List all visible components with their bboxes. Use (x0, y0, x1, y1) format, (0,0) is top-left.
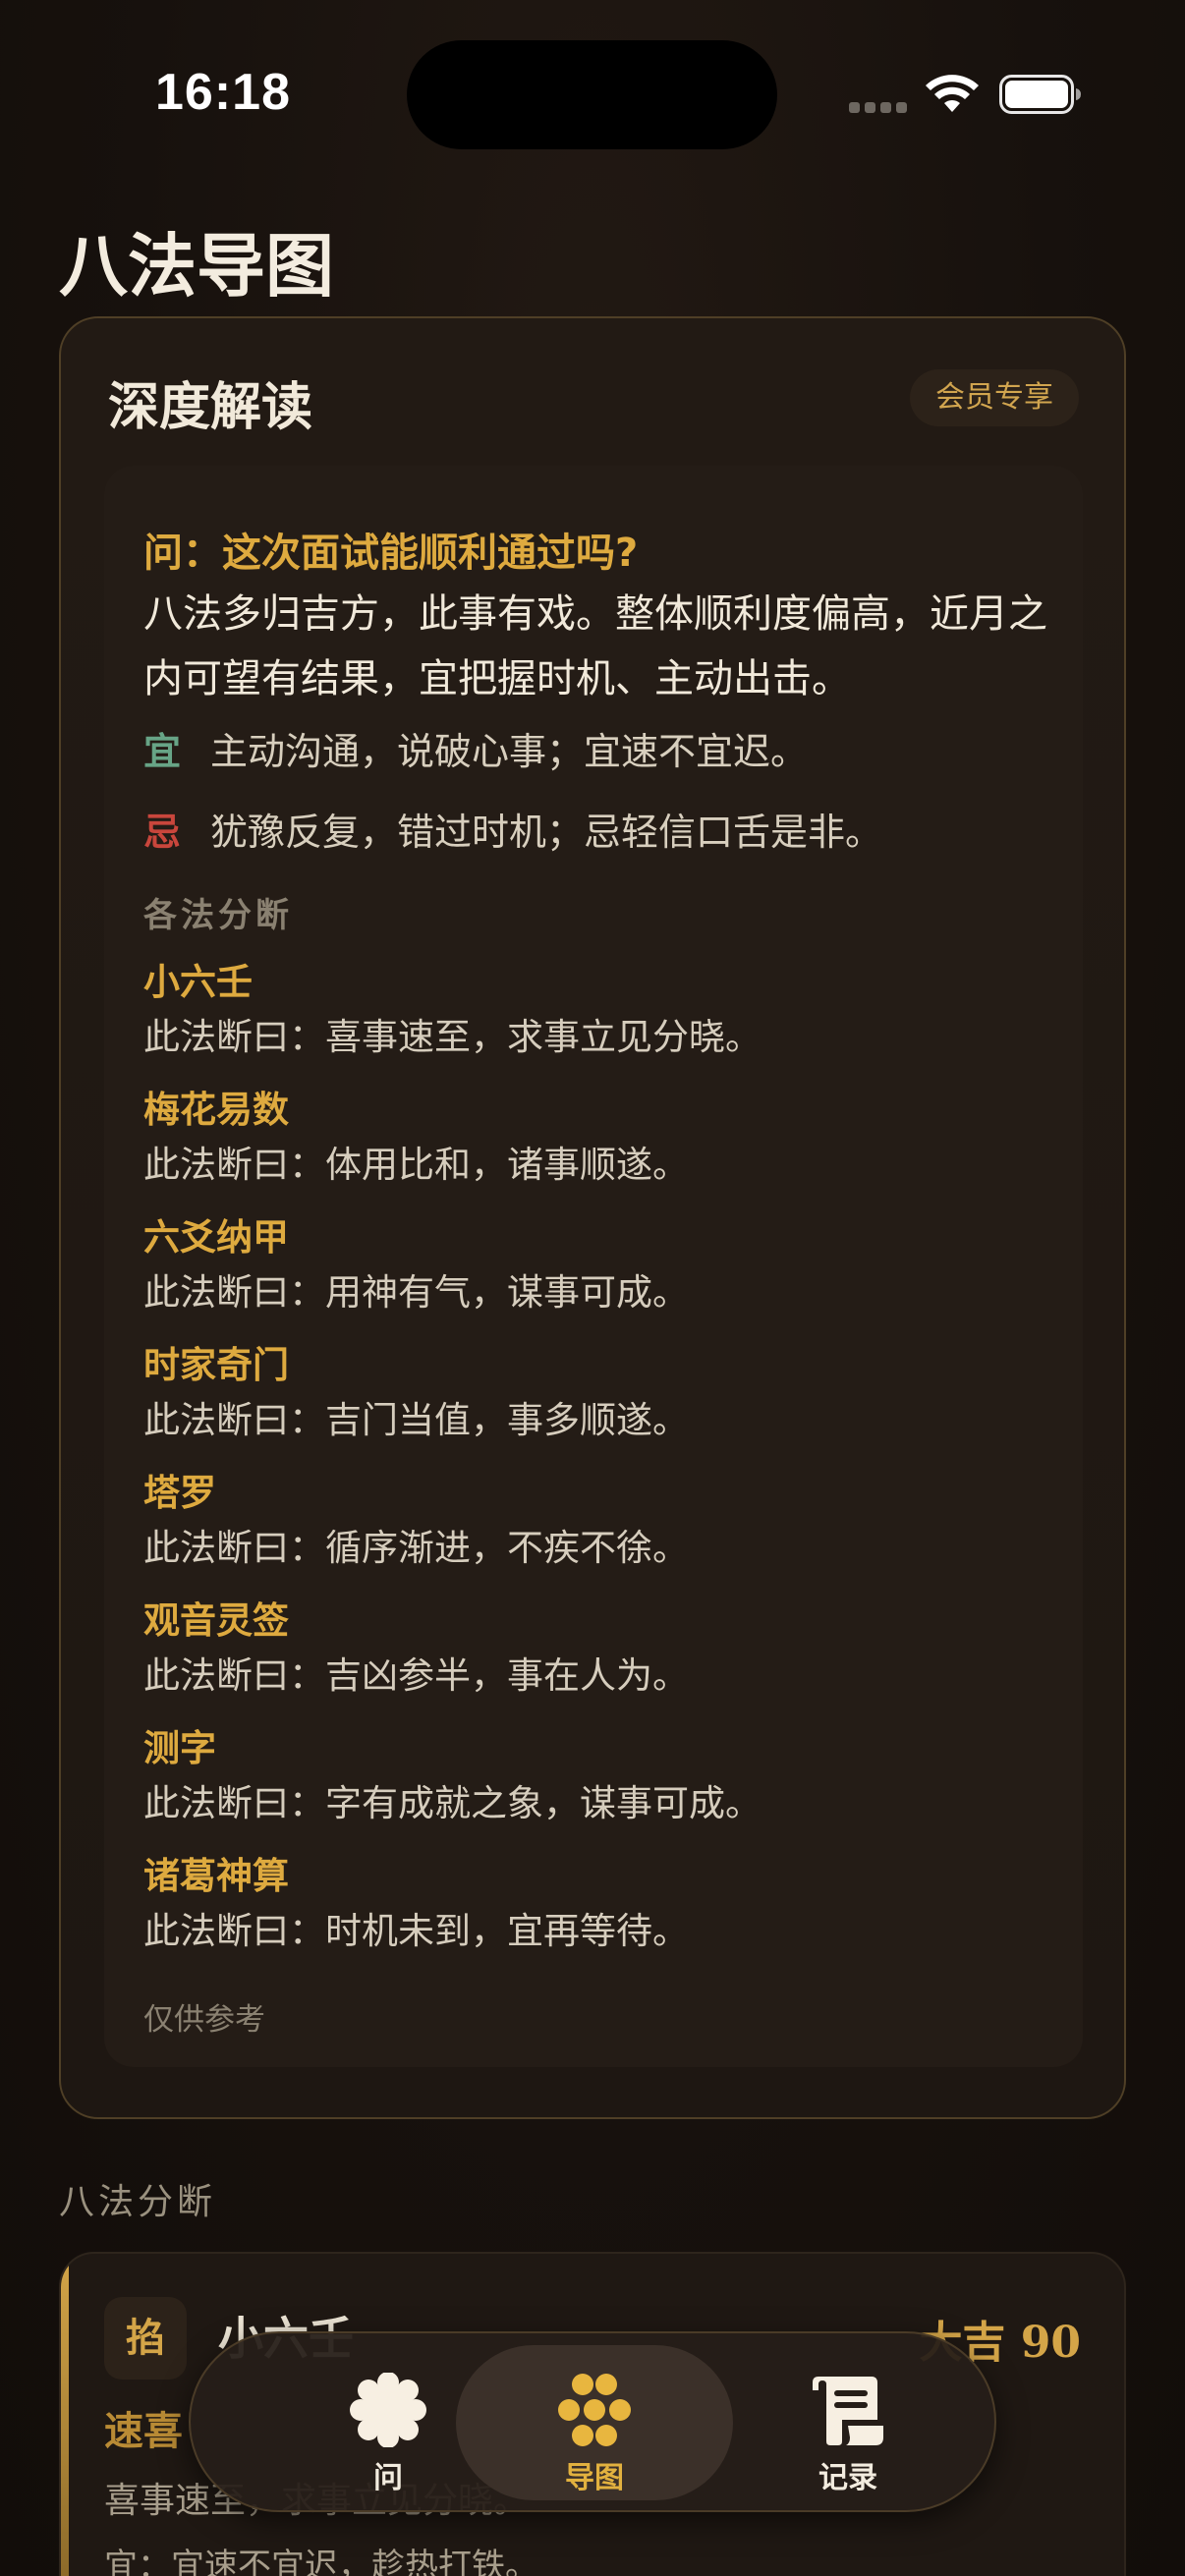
battery-icon (999, 75, 1081, 114)
method-desc: 此法断曰：用神有气，谋事可成。 (143, 1271, 689, 1314)
dynamic-island (407, 40, 777, 149)
flower-cluster-icon (558, 2374, 631, 2446)
method-name: 六爻纳甲 (143, 1216, 289, 1259)
page-title: 八法导图 (59, 225, 334, 307)
method-desc: 此法断曰：循序渐进，不疾不徐。 (143, 1527, 689, 1569)
method-name: 塔罗 (143, 1472, 216, 1514)
method-name: 观音灵签 (143, 1599, 289, 1642)
method-judgment-item: 时家奇门 此法断曰：吉门当值，事多顺遂。 (143, 1340, 1047, 1468)
tab-record[interactable]: 记录 (709, 2345, 987, 2500)
method-judgment-item: 诸葛神算 此法断曰：时机未到，宜再等待。 (143, 1851, 1047, 1979)
deep-reading-card: 深度解读 会员专享 问：这次面试能顺利通过吗? 八法多归吉方，此事有戏。整体顺利… (59, 316, 1126, 2119)
question-text: 问：这次面试能顺利通过吗? (143, 531, 639, 576)
method-judgment-item: 塔罗 此法断曰：循序渐进，不疾不徐。 (143, 1468, 1047, 1596)
method-judgment-list: 小六壬 此法断曰：喜事速至，求事立见分晓。 梅花易数 此法断曰：体用比和，诸事顺… (143, 957, 1047, 1979)
eight-methods-heading: 八法分断 (59, 2182, 217, 2222)
method-name: 诸葛神算 (143, 1855, 289, 1897)
advice-yi-row: 宜主动沟通，说破心事；宜速不宜迟。 (143, 721, 808, 775)
method-judgment-item: 六爻纳甲 此法断曰：用神有气，谋事可成。 (143, 1212, 1047, 1340)
method-judgment-item: 梅花易数 此法断曰：体用比和，诸事顺遂。 (143, 1085, 1047, 1212)
method-desc: 此法断曰：时机未到，宜再等待。 (143, 1910, 689, 1952)
flower-badge-icon (350, 2373, 426, 2447)
method-desc: 此法断曰：吉凶参半，事在人为。 (143, 1654, 689, 1697)
method-name: 时家奇门 (143, 1344, 289, 1386)
card-accent-bar (61, 2254, 69, 2576)
tab-bar: 问 导图 记录 (189, 2331, 996, 2512)
tab-record-label: 记录 (818, 2461, 877, 2495)
summary-text: 八法多归吉方，此事有戏。整体顺利度偏高，近月之内可望有结果，宜把握时机、主动出击… (143, 591, 1047, 701)
status-bar: 16:18 (0, 0, 1185, 187)
scroll-icon (813, 2377, 883, 2445)
method-section-label: 各法分断 (143, 896, 293, 935)
deep-reading-content: 问：这次面试能顺利通过吗? 八法多归吉方，此事有戏。整体顺利度偏高，近月之内可望… (104, 466, 1083, 2067)
yi-tag: 宜 (143, 730, 182, 773)
ji-tag: 忌 (143, 811, 182, 854)
disclaimer: 仅供参考 (143, 2002, 265, 2038)
method-judgment-item: 测字 此法断曰：字有成就之象，谋事可成。 (143, 1723, 1047, 1851)
method-card-keyword: 速喜 (104, 2409, 183, 2454)
method-desc: 此法断曰：体用比和，诸事顺遂。 (143, 1144, 689, 1186)
method-desc: 此法断曰：吉门当值，事多顺遂。 (143, 1399, 689, 1441)
member-only-badge: 会员专享 (910, 369, 1079, 426)
method-card-advice: 宜：宜速不宜迟，趁热打铁。 (104, 2547, 538, 2576)
deep-reading-title: 深度解读 (108, 378, 313, 437)
method-desc: 此法断曰：字有成就之象，谋事可成。 (143, 1782, 762, 1824)
yi-text: 主动沟通，说破心事；宜速不宜迟。 (210, 730, 809, 773)
status-time: 16:18 (155, 64, 291, 121)
method-judgment-item: 小六壬 此法断曰：喜事速至，求事立见分晓。 (143, 957, 1047, 1085)
method-char-badge: 掐 (104, 2297, 187, 2380)
method-name: 小六壬 (143, 961, 253, 1003)
tab-map-label: 导图 (565, 2461, 624, 2495)
advice-ji-row: 忌犹豫反复，错过时机；忌轻信口舌是非。 (143, 802, 882, 856)
method-name: 测字 (143, 1727, 216, 1769)
wifi-icon (926, 75, 979, 112)
cellular-signal-icon (849, 102, 908, 116)
method-judgment-item: 观音灵签 此法断曰：吉凶参半，事在人为。 (143, 1596, 1047, 1723)
method-desc: 此法断曰：喜事速至，求事立见分晓。 (143, 1016, 762, 1058)
method-name: 梅花易数 (143, 1089, 289, 1131)
ji-text: 犹豫反复，错过时机；忌轻信口舌是非。 (210, 811, 883, 854)
tab-map[interactable]: 导图 (456, 2345, 733, 2500)
